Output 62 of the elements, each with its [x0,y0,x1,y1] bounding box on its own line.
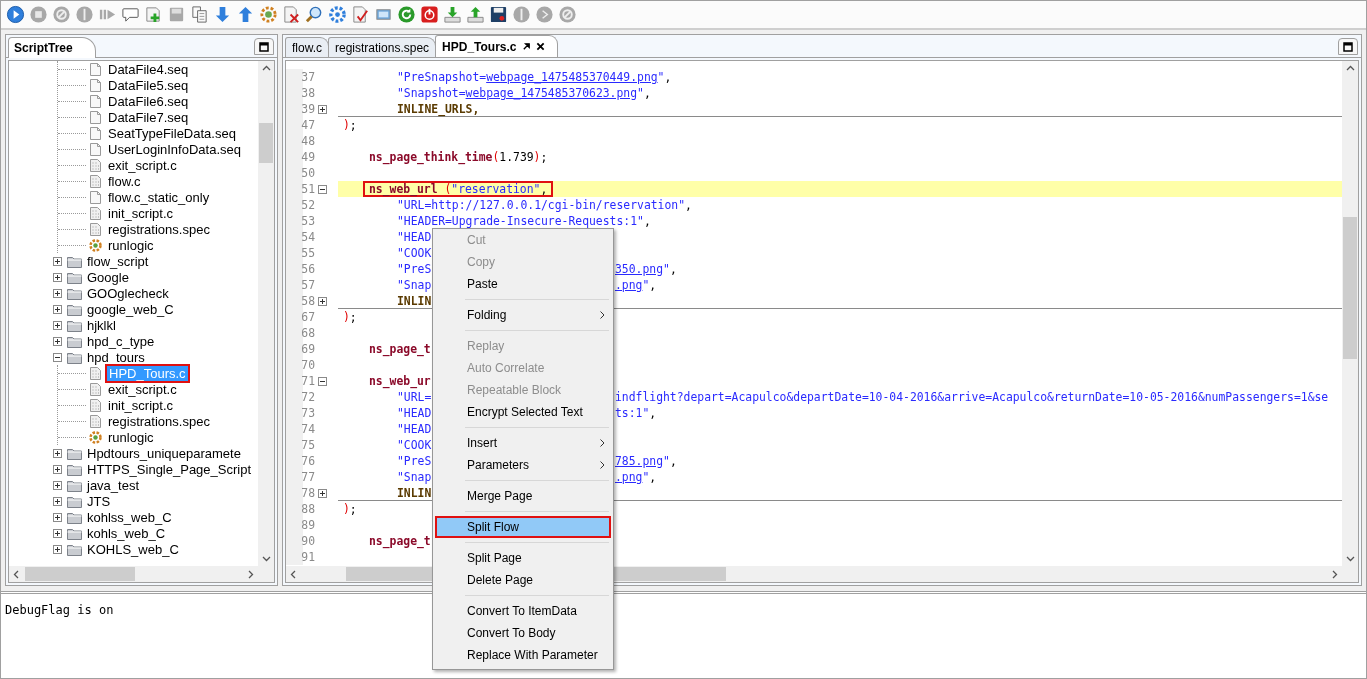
line-number: 76 [300,454,316,468]
line-number: 47 [300,118,316,132]
line-number: 51 [300,182,316,196]
code-line: "Snap [397,277,432,293]
line-number: 57 [300,278,316,292]
line-number: 77 [300,470,316,484]
code-line: "PreS [397,261,432,277]
code-line: 785.png", [615,453,677,469]
code-line: 350.png", [615,261,677,277]
line-number: 58 [300,294,316,308]
console-text: DebugFlag is on [5,603,114,617]
code-line: indflight?depart=Acapulco&departDate=10-04-2016&arrive=Acapulco&returnDate=10-05-2016&numPassengers=1&se [615,389,1329,405]
line-number: 78 [300,486,316,500]
code-line: ns_page_t [369,533,431,549]
line-number: 50 [300,166,316,180]
code-line: ts:1", [615,405,657,421]
line-number: 91 [300,550,316,564]
code-line: "HEAD [397,421,432,437]
line-number: 75 [300,438,316,452]
code-line: .png", [615,469,657,485]
code-line: "PreSnapshot=webpage_1475485370449.png", [397,69,672,85]
code-line: "URL= [397,389,432,405]
line-number: 39 [300,102,316,116]
code-line: .png", [615,277,657,293]
code-line: "URL=http://127.0.0.1/cgi-bin/reservation", [397,197,692,213]
line-number: 69 [300,342,316,356]
code-line: ns_page_think_time(1.739); [369,149,548,165]
line-number: 90 [300,534,316,548]
line-number: 56 [300,262,316,276]
code-line: "HEAD [397,229,432,245]
code-line: ns_page_t [369,341,431,357]
code-line: "HEAD [397,405,432,421]
line-number: 73 [300,406,316,420]
line-number: 72 [300,390,316,404]
line-number: 55 [300,246,316,260]
line-number: 48 [300,134,316,148]
code-line: ); [343,309,357,325]
line-number: 52 [300,198,316,212]
code-line: INLINE_URLS, [397,100,480,117]
line-number: 70 [300,358,316,372]
code-line: ns_web_ur [369,373,431,389]
line-number: 71 [300,374,316,388]
line-number: 38 [300,86,316,100]
line-number: 49 [300,150,316,164]
code-line: ); [343,501,357,517]
code-line: INLIN [397,292,432,309]
line-number: 88 [300,502,316,516]
code-line: INLIN [397,484,432,501]
code-line: "PreS [397,453,432,469]
line-number: 67 [300,310,316,324]
code-line: "Snap [397,469,432,485]
code-line: "Snapshot=webpage_1475485370623.png", [397,85,651,101]
code-line: "HEADER=Upgrade-Insecure-Requests:1", [397,213,651,229]
code-line: "COOK [397,437,432,453]
line-number: 54 [300,230,316,244]
line-number: 53 [300,214,316,228]
line-number: 89 [300,518,316,532]
line-number: 37 [300,70,316,84]
code-line: ); [343,117,357,133]
line-number: 74 [300,422,316,436]
line-number: 68 [300,326,316,340]
code-line: "COOK [397,245,432,261]
